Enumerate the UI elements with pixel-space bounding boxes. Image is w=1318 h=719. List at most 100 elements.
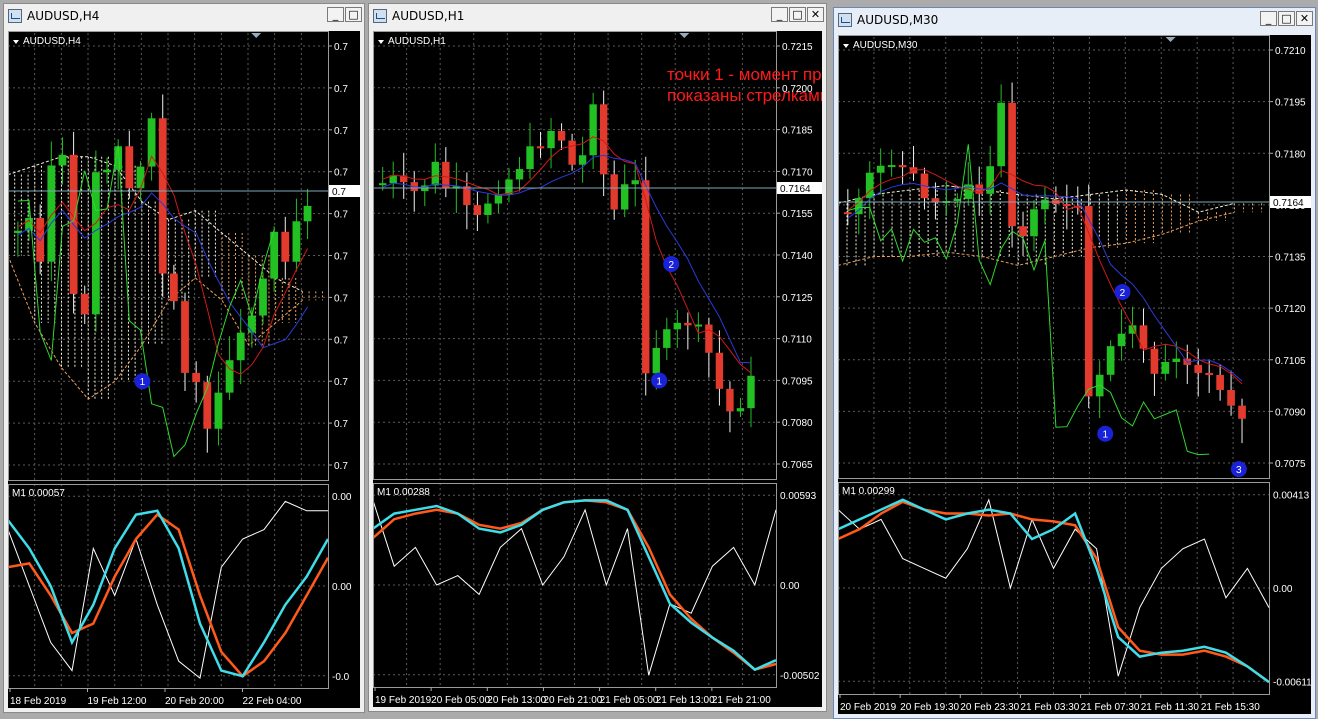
candle-body — [568, 140, 576, 165]
candle-body — [652, 347, 660, 374]
indicator-axis-label: 0.00 — [1273, 584, 1293, 595]
price-label: 0.7170 — [782, 167, 813, 178]
candle-body — [147, 118, 156, 167]
chart-window-icon — [8, 9, 22, 23]
chart-canvas[interactable]: 213 0.7210 0.7195 0.7180 0.7150 0.7135 0.7120… — [838, 35, 1311, 714]
price-label: 0.7110 — [782, 335, 812, 346]
time-label: 20 Feb 05:00 — [431, 695, 490, 706]
price-label: 0.7 — [334, 42, 348, 53]
price-label: 0.7095 — [782, 376, 813, 387]
price-label: 0.7075 — [1275, 459, 1306, 470]
candle-body — [589, 104, 597, 156]
indicator-axis-label: -0.00611 — [1273, 677, 1311, 688]
indicator-axis-label: 0.00 — [780, 581, 800, 592]
indicator-axis-label: 0.00593 — [780, 491, 817, 502]
candle-body — [379, 183, 387, 186]
signal-marker-label: 1 — [656, 376, 662, 387]
candle-body — [673, 322, 682, 330]
candle-body — [578, 155, 587, 165]
price-label: 0.7180 — [1275, 149, 1306, 160]
time-label: 21 Feb 15:30 — [1201, 702, 1260, 713]
candle-body — [898, 165, 907, 168]
candle-body — [747, 375, 755, 409]
candle-body — [705, 324, 713, 353]
price-label: 0.7135 — [1275, 253, 1306, 264]
candle-body — [887, 165, 896, 168]
window-title: AUDUSD,M30 — [857, 13, 939, 27]
chart-window-h4[interactable]: AUDUSD,H4 _ □ 1 0.7 0.7 0.7 0.7 0.7 0.7 0.7 0.7… — [3, 3, 365, 713]
candle-body — [1084, 206, 1093, 397]
close-button[interactable]: ✕ — [807, 7, 824, 22]
candle-body — [736, 408, 745, 412]
minimize-button[interactable]: _ — [771, 7, 788, 22]
close-button[interactable]: ✕ — [1296, 11, 1313, 26]
time-label: 21 Feb 13:00 — [656, 695, 715, 706]
price-label: 0.7 — [334, 168, 348, 179]
candle-body — [125, 146, 134, 189]
chart-window-h1[interactable]: AUDUSD,H1 _ □ ✕ 21 0.7215 0.7200 0.7185 0.7… — [368, 3, 827, 712]
indicator-label: M1 0.00299 — [842, 486, 895, 497]
chart-canvas[interactable]: 21 0.7215 0.7200 0.7185 0.7170 0.7155 0.7140 0… — [373, 31, 822, 707]
time-label: 21 Feb 03:30 — [1020, 702, 1079, 713]
candle-body — [515, 169, 524, 180]
chart-canvas[interactable]: 1 0.7 0.7 0.7 0.7 0.7 0.7 0.7 0.7 0.7 0.7 0.7 0.00 0… — [8, 31, 360, 708]
candle-body — [844, 212, 852, 215]
candle-body — [1008, 102, 1016, 227]
minimize-button[interactable]: _ — [1260, 11, 1277, 26]
indicator-axis-label: -0.0 — [332, 672, 350, 683]
candle-body — [663, 329, 671, 348]
current-price-label: 0.7 — [332, 187, 346, 198]
annotation-line-2: показаны стрелками, отработка 100% — [667, 86, 822, 105]
candle-body — [247, 315, 256, 333]
candle-body — [557, 130, 566, 141]
chart-window-icon — [838, 13, 852, 27]
window-titlebar[interactable]: AUDUSD,M30 _ □ ✕ — [834, 8, 1315, 32]
candle-body — [1106, 346, 1115, 375]
price-label: 0.7 — [334, 377, 348, 388]
candle-body — [726, 388, 734, 412]
price-label: 0.7 — [334, 293, 348, 304]
candle-body — [431, 161, 439, 186]
candle-body — [610, 174, 618, 210]
candle-body — [169, 273, 178, 302]
maximize-button[interactable]: □ — [345, 7, 362, 22]
maximize-button[interactable]: □ — [1278, 11, 1295, 26]
price-label: 0.7 — [334, 126, 348, 137]
indicator-axis-label: 0.00413 — [1273, 491, 1310, 502]
price-label: 0.7 — [334, 210, 348, 221]
candle-body — [1117, 333, 1126, 347]
kijun-line — [382, 154, 752, 364]
signal-marker-label: 2 — [668, 260, 674, 271]
annotation-text: точки 1 - момент прогноза , движения был… — [667, 64, 822, 106]
annotation-line-1: точки 1 - момент прогноза , движения был… — [667, 65, 822, 84]
price-label: 0.7105 — [1275, 356, 1306, 367]
time-label: 19 Feb 12:00 — [88, 696, 147, 707]
chart-symbol-label: AUDUSD,H4 — [23, 36, 81, 47]
window-titlebar[interactable]: AUDUSD,H1 _ □ ✕ — [369, 4, 826, 28]
candle-body — [536, 146, 545, 149]
chart-window-m30[interactable]: AUDUSD,M30 _ □ ✕ 2 1 3 0.7210 0.7195 0.7180 0… — [833, 7, 1316, 719]
candle-body — [281, 231, 290, 262]
candle-body — [58, 154, 67, 166]
price-label: 0.7090 — [1275, 407, 1306, 418]
chart-menu-icon — [843, 44, 849, 48]
candle-body — [1227, 389, 1235, 406]
candle-body — [103, 169, 111, 173]
window-titlebar[interactable]: AUDUSD,H4 _ □ — [4, 4, 364, 28]
candle-body — [181, 301, 189, 373]
candle-body — [715, 352, 724, 389]
price-label: 0.7155 — [782, 209, 813, 220]
price-label: 0.7140 — [782, 251, 813, 262]
current-price-label: 0.7164 — [780, 184, 811, 195]
time-label: 21 Feb 21:00 — [712, 695, 771, 706]
minimize-button[interactable]: _ — [327, 7, 344, 22]
maximize-button[interactable]: □ — [789, 7, 806, 22]
time-label: 21 Feb 05:00 — [600, 695, 659, 706]
candle-body — [986, 166, 995, 194]
indicator-label: M1 0.00057 — [12, 488, 65, 499]
price-label: 0.7125 — [782, 293, 813, 304]
price-label: 0.7 — [334, 252, 348, 263]
current-price-label: 0.7164 — [1273, 198, 1304, 209]
price-label: 0.7 — [334, 335, 348, 346]
chikou-line — [17, 145, 275, 458]
